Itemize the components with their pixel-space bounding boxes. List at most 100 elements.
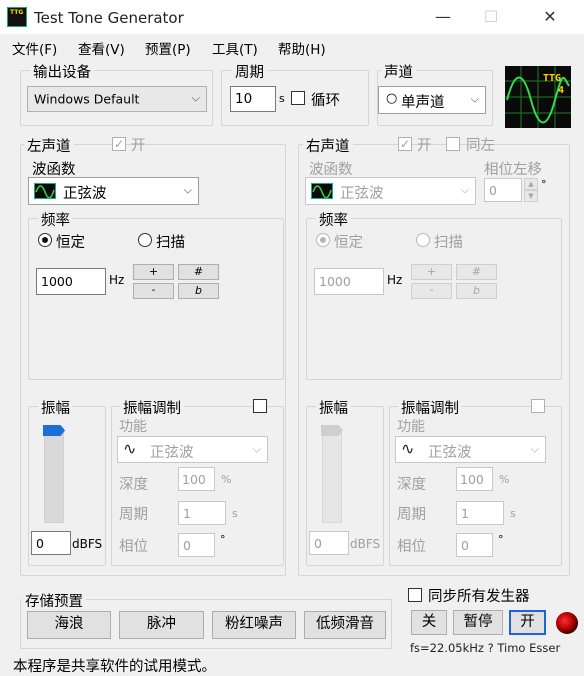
menu-help[interactable]: 帮助(H) (278, 38, 326, 58)
sine-wave-icon: ∿ (123, 439, 137, 458)
left-freq-sharp-button[interactable]: # (178, 264, 219, 280)
left-am-period-input[interactable]: 1 (178, 501, 226, 525)
right-am-period-unit: s (510, 507, 516, 520)
left-freq-value: 1000 (41, 274, 73, 289)
preset-ocean-button[interactable]: 海浪 (27, 611, 111, 639)
left-waveform-label: 波函数 (32, 162, 76, 178)
left-am-phase-label: 相位 (119, 539, 148, 555)
right-freq-plus-button[interactable]: + (411, 264, 452, 280)
right-phase-up-button[interactable]: ▲ (524, 178, 538, 190)
right-am-func-label: 功能 (397, 419, 425, 435)
right-freq-value: 1000 (319, 274, 351, 289)
left-amplitude-slider[interactable] (43, 425, 65, 523)
right-waveform-select[interactable]: 正弦波 ⌵ (305, 177, 476, 205)
left-freq-flat-button[interactable]: b (178, 283, 219, 299)
right-am-period-input[interactable]: 1 (456, 501, 504, 525)
right-frequency-title: 频率 (316, 209, 351, 230)
left-freq-input[interactable]: 1000 (36, 268, 106, 295)
pause-button[interactable]: 暂停 (453, 610, 503, 635)
left-freq-minus-button[interactable]: - (133, 283, 174, 299)
preset-low-glide-button[interactable]: 低频滑音 (304, 611, 386, 639)
right-phase-shift-value: 0 (489, 183, 497, 198)
right-phase-down-button[interactable]: ▼ (524, 190, 538, 202)
right-on-checkbox[interactable]: ✓ (398, 137, 412, 151)
right-am-checkbox[interactable] (531, 399, 545, 413)
channel-title: 声道 (381, 61, 416, 82)
presets-title: 存储预置 (22, 590, 86, 611)
preset-pulse-button[interactable]: 脉冲 (119, 611, 204, 639)
window-title: Test Tone Generator (34, 9, 184, 27)
left-freq-constant-label: 恒定 (56, 235, 85, 251)
left-amplitude-title: 振幅 (38, 397, 73, 418)
right-freq-minus-button[interactable]: - (411, 283, 452, 299)
right-freq-constant-radio[interactable] (316, 233, 330, 247)
sine-wave-icon: ∿ (401, 439, 415, 458)
left-am-depth-unit: % (221, 473, 232, 486)
left-am-depth-input[interactable]: 100 (178, 467, 215, 491)
right-am-period-value: 1 (461, 506, 469, 521)
right-am-phase-input[interactable]: 0 (456, 533, 493, 557)
right-same-checkbox[interactable] (446, 137, 460, 151)
menu-file[interactable]: 文件(F) (12, 38, 57, 58)
right-freq-input[interactable]: 1000 (314, 268, 384, 295)
title-bar: TTG Test Tone Generator — ☐ ✕ (0, 0, 584, 34)
left-freq-sweep-label: 扫描 (156, 235, 185, 251)
right-amplitude-unit: dBFS (350, 537, 381, 551)
left-freq-plus-button[interactable]: + (133, 264, 174, 280)
right-freq-sharp-button[interactable]: # (456, 264, 497, 280)
right-freq-sweep-label: 扫描 (434, 235, 463, 251)
right-am-depth-input[interactable]: 100 (456, 467, 493, 491)
close-button[interactable]: ✕ (527, 0, 573, 34)
right-amplitude-title: 振幅 (316, 397, 351, 418)
left-frequency-title: 频率 (38, 209, 73, 230)
minimize-button[interactable]: — (420, 0, 466, 34)
output-device-select[interactable]: Windows Default ⌵ (27, 86, 207, 112)
menu-view[interactable]: 查看(V) (78, 38, 125, 58)
menu-bar: 文件(F) 查看(V) 预置(P) 工具(T) 帮助(H) (0, 34, 584, 58)
right-phase-shift-input[interactable]: 0 (484, 178, 522, 202)
start-button[interactable]: 开 (509, 610, 546, 635)
right-am-func-select[interactable]: ∿ 正弦波 ⌵ (395, 436, 546, 463)
chevron-down-icon: ⌵ (252, 441, 261, 455)
right-am-phase-value: 0 (461, 538, 469, 553)
left-freq-constant-radio[interactable] (38, 233, 52, 247)
right-amplitude-input[interactable]: 0 (309, 531, 349, 555)
right-am-title: 振幅调制 (398, 397, 462, 418)
right-amplitude-slider[interactable] (321, 425, 343, 523)
period-input[interactable]: 10 (230, 86, 276, 112)
left-on-checkbox[interactable]: ✓ (112, 137, 126, 151)
sync-all-label: 同步所有发生器 (428, 589, 530, 605)
left-amplitude-input[interactable]: 0 (31, 531, 71, 555)
left-am-checkbox[interactable] (253, 399, 267, 413)
left-amplitude-thumb[interactable] (43, 425, 65, 436)
stop-button[interactable]: 关 (411, 610, 447, 635)
menu-presets[interactable]: 预置(P) (145, 38, 191, 58)
left-freq-sweep-radio[interactable] (138, 233, 152, 247)
left-freq-unit: Hz (109, 273, 125, 287)
preset-pink-noise-button[interactable]: 粉红噪声 (212, 611, 296, 639)
left-am-phase-input[interactable]: 0 (178, 533, 215, 557)
loop-checkbox[interactable] (291, 91, 305, 105)
chevron-down-icon: ⌵ (191, 91, 200, 105)
channel-select[interactable]: ○ 单声道 ⌵ (378, 86, 486, 114)
menu-tools[interactable]: 工具(T) (212, 38, 258, 58)
chevron-down-icon: ⌵ (183, 183, 192, 197)
right-am-depth-label: 深度 (397, 477, 426, 493)
right-am-phase-label: 相位 (397, 539, 426, 555)
left-am-func-select[interactable]: ∿ 正弦波 ⌵ (117, 436, 268, 463)
right-waveform-value: 正弦波 (340, 186, 384, 202)
right-freq-flat-button[interactable]: b (456, 283, 497, 299)
left-am-period-value: 1 (183, 506, 191, 521)
output-device-value: Windows Default (34, 91, 140, 107)
status-text: 本程序是共享软件的试用模式。 (13, 659, 216, 675)
app-window: TTG Test Tone Generator — ☐ ✕ 文件(F) 查看(V… (0, 0, 584, 676)
maximize-button[interactable]: ☐ (468, 0, 514, 34)
left-waveform-select[interactable]: 正弦波 ⌵ (28, 177, 199, 205)
left-amplitude-unit: dBFS (72, 537, 103, 551)
left-am-depth-value: 100 (182, 472, 206, 487)
sync-all-checkbox[interactable] (408, 588, 422, 602)
right-am-depth-value: 100 (460, 472, 484, 487)
right-am-func-value: 正弦波 (428, 445, 472, 461)
right-amplitude-thumb[interactable] (321, 425, 343, 436)
right-freq-sweep-radio[interactable] (416, 233, 430, 247)
